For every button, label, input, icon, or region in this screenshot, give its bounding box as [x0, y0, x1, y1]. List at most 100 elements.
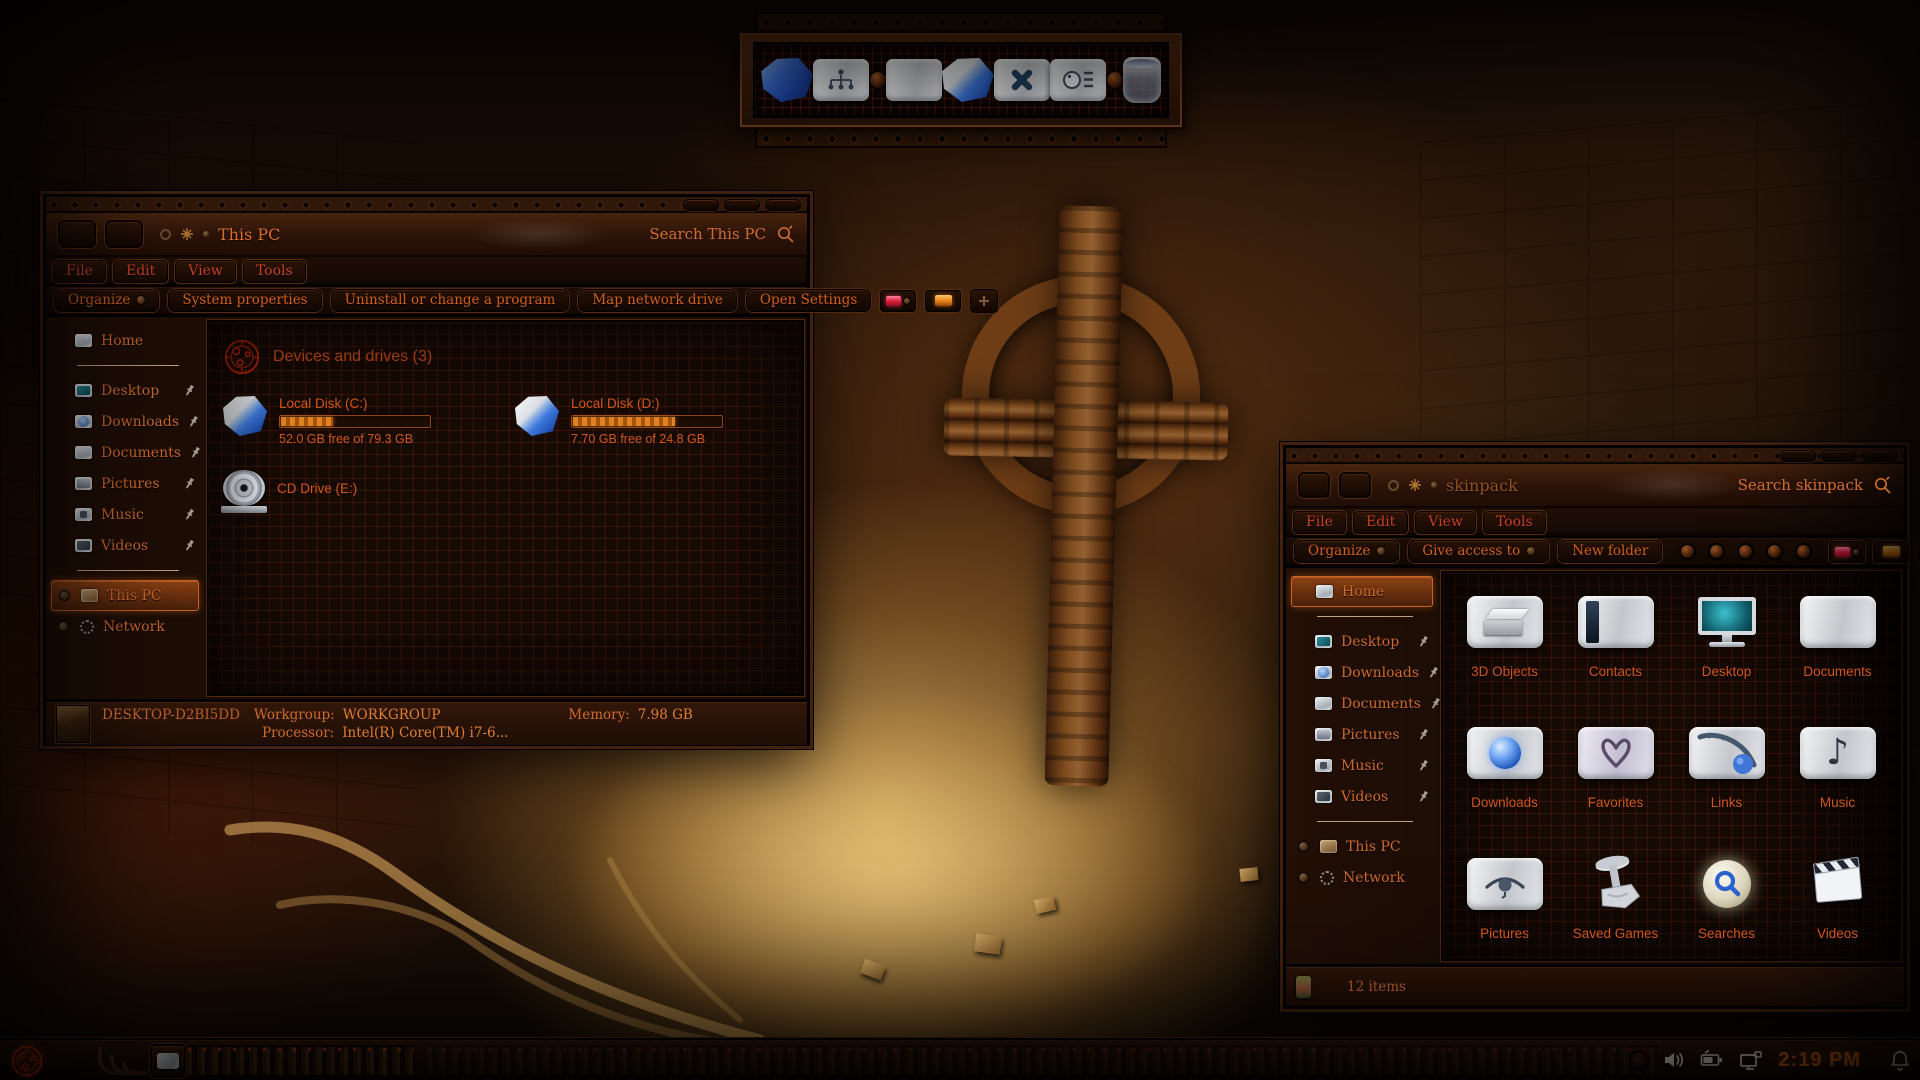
maximize-button[interactable]: [724, 199, 760, 211]
folder-desktop[interactable]: Desktop: [1671, 579, 1782, 710]
open-settings-button[interactable]: Open Settings: [746, 289, 871, 312]
notification-area[interactable]: [1890, 1049, 1910, 1071]
pin-icon[interactable]: [1428, 666, 1439, 679]
sidebar-item-pictures[interactable]: Pictures: [51, 468, 199, 499]
dock-computer-icon[interactable]: [761, 58, 813, 102]
sidebar-item-downloads[interactable]: Downloads: [1291, 657, 1433, 688]
give-access-button[interactable]: Give access to: [1408, 540, 1549, 563]
new-folder-button[interactable]: New folder: [1558, 540, 1662, 563]
start-button[interactable]: [9, 1043, 45, 1079]
expand-knob[interactable]: [59, 622, 68, 631]
dock-control-panel-icon[interactable]: [1050, 59, 1106, 101]
pin-icon[interactable]: [190, 446, 201, 459]
pin-icon[interactable]: [188, 415, 199, 428]
expand-knob[interactable]: [60, 591, 69, 600]
battery-icon[interactable]: [1700, 1050, 1724, 1070]
folder-pictures[interactable]: Pictures: [1449, 841, 1560, 961]
pin-icon[interactable]: [1418, 728, 1429, 741]
sidebar-item-home[interactable]: Home: [1291, 576, 1433, 607]
view-orange-button[interactable]: [1873, 541, 1909, 563]
sidebar-item-network[interactable]: Network: [1291, 862, 1433, 893]
folder-videos[interactable]: Videos: [1782, 841, 1893, 961]
sidebar-item-videos[interactable]: Videos: [1291, 781, 1433, 812]
menu-file[interactable]: File: [53, 260, 106, 283]
cd-drive-item[interactable]: CD Drive (E:): [223, 470, 479, 506]
menu-tools[interactable]: Tools: [243, 260, 306, 283]
taskbar-clock[interactable]: 2:19 PM: [1778, 1049, 1861, 1072]
menu-view[interactable]: View: [175, 260, 236, 283]
display-icon[interactable]: [1739, 1050, 1763, 1071]
view-red-button[interactable]: [880, 290, 916, 312]
drive-c-item[interactable]: Local Disk (C:) 52.0 GB free of 79.3 GB: [223, 396, 479, 446]
close-button[interactable]: [765, 199, 801, 211]
volume-icon[interactable]: [1663, 1050, 1685, 1070]
back-button[interactable]: [58, 220, 96, 248]
dock-documents-icon[interactable]: [886, 59, 942, 101]
minimize-button[interactable]: [683, 199, 719, 211]
menu-edit[interactable]: Edit: [113, 260, 168, 283]
drive-d-item[interactable]: Local Disk (D:) 7.70 GB free of 24.8 GB: [515, 396, 771, 446]
organize-button[interactable]: Organize: [54, 289, 159, 312]
pin-icon[interactable]: [184, 508, 195, 521]
dock-user-files-icon[interactable]: [942, 58, 994, 102]
uninstall-button[interactable]: Uninstall or change a program: [331, 289, 570, 312]
menu-edit[interactable]: Edit: [1353, 511, 1408, 534]
organize-button[interactable]: Organize: [1294, 540, 1399, 563]
view-red-button[interactable]: [1829, 541, 1865, 563]
sidebar-item-home[interactable]: Home: [51, 325, 199, 356]
pin-icon[interactable]: [1430, 697, 1441, 710]
view-orange-button[interactable]: [925, 290, 961, 312]
expand-knob[interactable]: [1299, 873, 1308, 882]
folder-music[interactable]: Music: [1782, 710, 1893, 841]
menu-tools[interactable]: Tools: [1483, 511, 1546, 534]
titlebar[interactable]: skinpack Search skinpack: [1286, 464, 1904, 508]
pin-icon[interactable]: [1418, 759, 1429, 772]
pin-icon[interactable]: [184, 477, 195, 490]
dock-close-icon[interactable]: [994, 59, 1050, 101]
map-network-drive-button[interactable]: Map network drive: [578, 289, 737, 312]
taskbar-explorer-button[interactable]: [150, 1044, 186, 1078]
sidebar-item-desktop[interactable]: Desktop: [51, 375, 199, 406]
sidebar-item-documents[interactable]: Documents: [1291, 688, 1433, 719]
dock-recycle-bin-icon[interactable]: [1123, 57, 1161, 103]
hidden-icons-button[interactable]: [1631, 1052, 1648, 1069]
sidebar-item-this-pc[interactable]: This PC: [1291, 831, 1433, 862]
folder-links[interactable]: Links: [1671, 710, 1782, 841]
folder-favorites[interactable]: Favorites: [1560, 710, 1671, 841]
dock-network-icon[interactable]: [813, 59, 869, 101]
folder-downloads[interactable]: Downloads: [1449, 710, 1560, 841]
folder-documents[interactable]: Documents: [1782, 579, 1893, 710]
sidebar-item-videos[interactable]: Videos: [51, 530, 199, 561]
menu-file[interactable]: File: [1293, 511, 1346, 534]
close-button[interactable]: [1862, 450, 1898, 462]
sidebar-item-music[interactable]: Music: [1291, 750, 1433, 781]
folder-saved-games[interactable]: Saved Games: [1560, 841, 1671, 961]
expand-ribbon-button[interactable]: [970, 289, 998, 313]
maximize-button[interactable]: [1821, 450, 1857, 462]
pin-icon[interactable]: [184, 384, 195, 397]
sidebar-item-downloads[interactable]: Downloads: [51, 406, 199, 437]
back-button[interactable]: [1298, 472, 1330, 498]
sidebar-item-network[interactable]: Network: [51, 611, 199, 642]
sidebar-item-pictures[interactable]: Pictures: [1291, 719, 1433, 750]
group-header[interactable]: Devices and drives (3): [223, 338, 788, 376]
titlebar[interactable]: This PC Search This PC: [46, 213, 807, 257]
sidebar-item-music[interactable]: Music: [51, 499, 199, 530]
folder-3d-objects[interactable]: 3D Objects: [1449, 579, 1560, 710]
pin-icon[interactable]: [1418, 635, 1429, 648]
sidebar-item-documents[interactable]: Documents: [51, 437, 199, 468]
search-box[interactable]: Search This PC: [649, 225, 795, 244]
menu-view[interactable]: View: [1415, 511, 1476, 534]
folder-searches[interactable]: Searches: [1671, 841, 1782, 961]
expand-knob[interactable]: [1299, 842, 1308, 851]
sidebar-item-this-pc[interactable]: This PC: [51, 580, 199, 611]
forward-button[interactable]: [105, 220, 143, 248]
forward-button[interactable]: [1339, 472, 1371, 498]
folder-contacts[interactable]: Contacts: [1560, 579, 1671, 710]
pin-icon[interactable]: [184, 539, 195, 552]
system-properties-button[interactable]: System properties: [168, 289, 321, 312]
minimize-button[interactable]: [1780, 450, 1816, 462]
pin-icon[interactable]: [1418, 790, 1429, 803]
sidebar-item-desktop[interactable]: Desktop: [1291, 626, 1433, 657]
search-box[interactable]: Search skinpack: [1738, 476, 1892, 495]
